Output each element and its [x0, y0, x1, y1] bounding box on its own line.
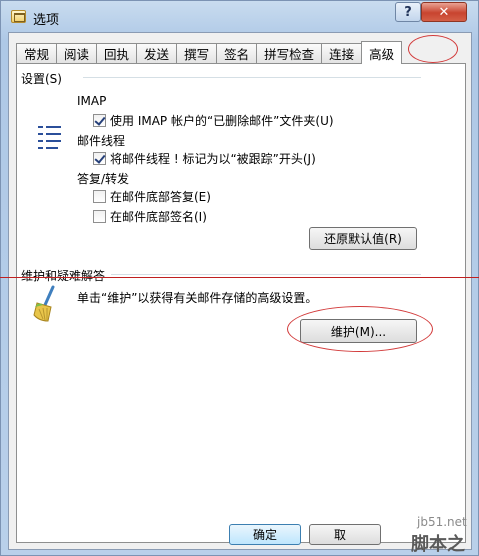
tab-read[interactable]: 阅读	[56, 43, 98, 63]
checkbox-box[interactable]	[93, 114, 106, 127]
maintenance-group-label: 维护和疑难解答	[21, 269, 106, 283]
help-button[interactable]: ?	[395, 2, 421, 22]
settings-divider	[83, 77, 421, 78]
maintenance-highlight	[287, 306, 433, 352]
window-title: 选项	[33, 13, 60, 28]
ok-button[interactable]: 确定	[229, 524, 301, 545]
tab-spelling[interactable]: 拼写检查	[256, 43, 323, 63]
watch-thread-label: 将邮件线程 ! 标记为以“被跟踪”开头(J)	[110, 152, 316, 166]
settings-list-icon	[38, 123, 62, 149]
tab-general[interactable]: 常规	[16, 43, 58, 63]
tab-send[interactable]: 发送	[136, 43, 178, 63]
advanced-tab-highlight	[408, 35, 458, 63]
reply-bottom-label: 在邮件底部答复(E)	[110, 190, 211, 204]
tab-strip: 常规 阅读 回执 发送 撰写 签名 拼写检查 连接 高级	[16, 41, 403, 64]
tab-signatures[interactable]: 签名	[216, 43, 258, 63]
watch-thread-checkbox[interactable]: 将邮件线程 ! 标记为以“被跟踪”开头(J)	[93, 150, 316, 167]
annotation-line	[0, 277, 479, 278]
checkbox-box[interactable]	[93, 152, 106, 165]
options-dialog: 选项 ? ✕ 常规 阅读 回执 发送 撰写 签名 拼写检查 连接 高级 设置(S…	[0, 0, 479, 556]
imap-label: IMAP	[77, 94, 107, 108]
thread-label: 邮件线程	[77, 134, 126, 148]
settings-group-label: 设置(S)	[21, 72, 62, 86]
app-icon	[11, 10, 26, 23]
reply-bottom-checkbox[interactable]: 在邮件底部答复(E)	[93, 188, 211, 205]
tab-compose[interactable]: 撰写	[176, 43, 218, 63]
advanced-panel: 设置(S) IMAP 使用 IMAP 帐户的“已删除邮件”文件夹(U) 邮件线程…	[16, 63, 466, 543]
close-button[interactable]: ✕	[421, 2, 467, 22]
sign-bottom-label: 在邮件底部签名(I)	[110, 210, 207, 224]
maintenance-divider	[111, 274, 421, 275]
sign-bottom-checkbox[interactable]: 在邮件底部签名(I)	[93, 208, 207, 225]
tab-advanced[interactable]: 高级	[361, 41, 403, 64]
imap-deleted-folder-checkbox[interactable]: 使用 IMAP 帐户的“已删除邮件”文件夹(U)	[93, 112, 334, 129]
dialog-body: 常规 阅读 回执 发送 撰写 签名 拼写检查 连接 高级 设置(S) IMAP	[8, 32, 472, 550]
cancel-button[interactable]: 取	[309, 524, 381, 545]
title-bar[interactable]: 选项 ? ✕	[1, 1, 478, 33]
checkbox-box[interactable]	[93, 210, 106, 223]
tab-receipts[interactable]: 回执	[96, 43, 138, 63]
reply-forward-label: 答复/转发	[77, 172, 130, 186]
maintenance-description: 单击“维护”以获得有关邮件存储的高级设置。	[77, 291, 318, 305]
tab-connection[interactable]: 连接	[321, 43, 363, 63]
imap-deleted-folder-label: 使用 IMAP 帐户的“已删除邮件”文件夹(U)	[110, 114, 334, 128]
restore-defaults-button[interactable]: 还原默认值(R)	[309, 227, 417, 250]
watermark-brand: 脚本之家	[411, 534, 465, 555]
watermark-site: jb51.net	[417, 515, 467, 529]
broom-icon	[33, 285, 55, 322]
checkbox-box[interactable]	[93, 190, 106, 203]
